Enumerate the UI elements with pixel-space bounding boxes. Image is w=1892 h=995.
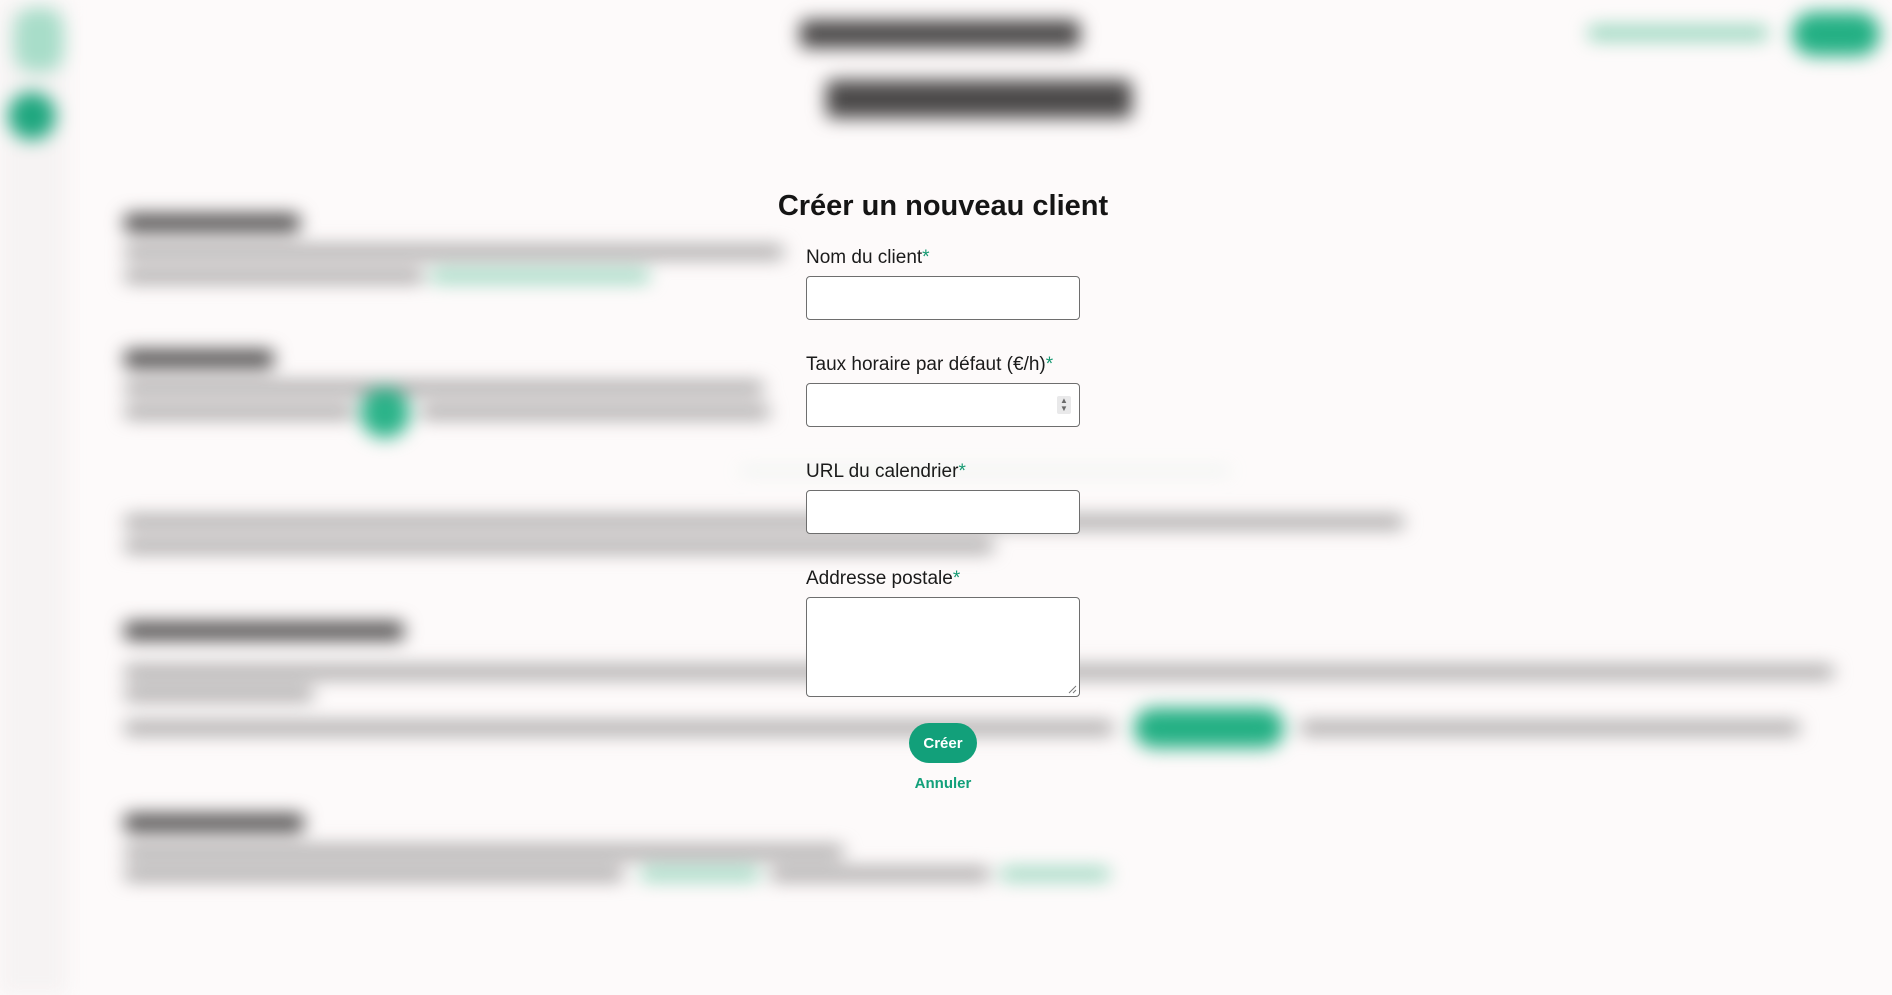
background-text-line	[124, 406, 354, 418]
background-text-line	[124, 246, 784, 258]
background-inline-button	[1134, 708, 1284, 748]
hourly-rate-field: Taux horaire par défaut (€/h)* ▲ ▼	[806, 347, 1080, 427]
app-page: Créer un nouveau client Nom du client* T…	[0, 0, 1892, 995]
background-header-link	[1588, 26, 1768, 40]
hourly-rate-label-text: Taux horaire par défaut (€/h)	[806, 354, 1046, 375]
spinner-down-icon[interactable]: ▼	[1060, 405, 1068, 413]
background-text-link	[640, 868, 760, 880]
background-section-heading	[124, 214, 300, 232]
background-section-heading	[124, 622, 404, 640]
calendar-url-field: URL du calendrier*	[806, 454, 1080, 534]
cancel-link[interactable]: Annuler	[915, 775, 972, 792]
required-marker: *	[958, 461, 966, 482]
background-text-line	[124, 868, 624, 880]
hourly-rate-input[interactable]: ▲ ▼	[806, 383, 1080, 427]
client-name-label: Nom du client*	[806, 240, 1080, 276]
background-text-line	[124, 382, 764, 394]
postal-address-label: Addresse postale*	[806, 561, 1080, 597]
form-title: Créer un nouveau client	[777, 190, 1109, 222]
background-avatar	[8, 92, 56, 140]
client-name-input[interactable]	[806, 276, 1080, 320]
required-marker: *	[1045, 354, 1054, 375]
calendar-url-label: URL du calendrier*	[806, 454, 1080, 490]
create-client-form: Créer un nouveau client Nom du client* T…	[770, 180, 1116, 792]
client-name-label-text: Nom du client	[806, 247, 923, 268]
background-text-line	[1300, 722, 1800, 734]
client-name-field: Nom du client*	[806, 240, 1080, 320]
background-section-heading	[124, 814, 304, 832]
postal-address-textarea[interactable]	[806, 597, 1080, 697]
postal-address-label-text: Addresse postale	[806, 568, 953, 589]
spinner-arrows-icon[interactable]: ▲ ▼	[1057, 396, 1071, 414]
create-button[interactable]: Créer	[909, 723, 977, 763]
background-logo	[14, 8, 64, 72]
background-section-heading	[124, 350, 274, 368]
calendar-url-label-text: URL du calendrier	[806, 461, 959, 482]
background-dot	[360, 388, 410, 438]
background-text-line	[124, 688, 314, 700]
postal-address-field: Addresse postale*	[806, 561, 1080, 697]
background-text-line	[124, 270, 424, 282]
resize-grip-icon[interactable]	[1067, 684, 1077, 694]
background-sidebar	[0, 0, 68, 995]
background-text-line	[124, 516, 1404, 528]
calendar-url-input[interactable]	[806, 490, 1080, 534]
background-page-heading	[826, 80, 1132, 118]
required-marker: *	[922, 247, 930, 268]
required-marker: *	[952, 568, 961, 589]
background-text-link	[1000, 868, 1110, 880]
background-text-line	[420, 406, 770, 418]
background-text-line	[770, 868, 990, 880]
background-header-title	[800, 20, 1080, 48]
background-text-line	[124, 846, 844, 858]
background-header-button	[1792, 12, 1880, 56]
background-text-link	[430, 270, 650, 282]
hourly-rate-label: Taux horaire par défaut (€/h)*	[806, 347, 1080, 383]
